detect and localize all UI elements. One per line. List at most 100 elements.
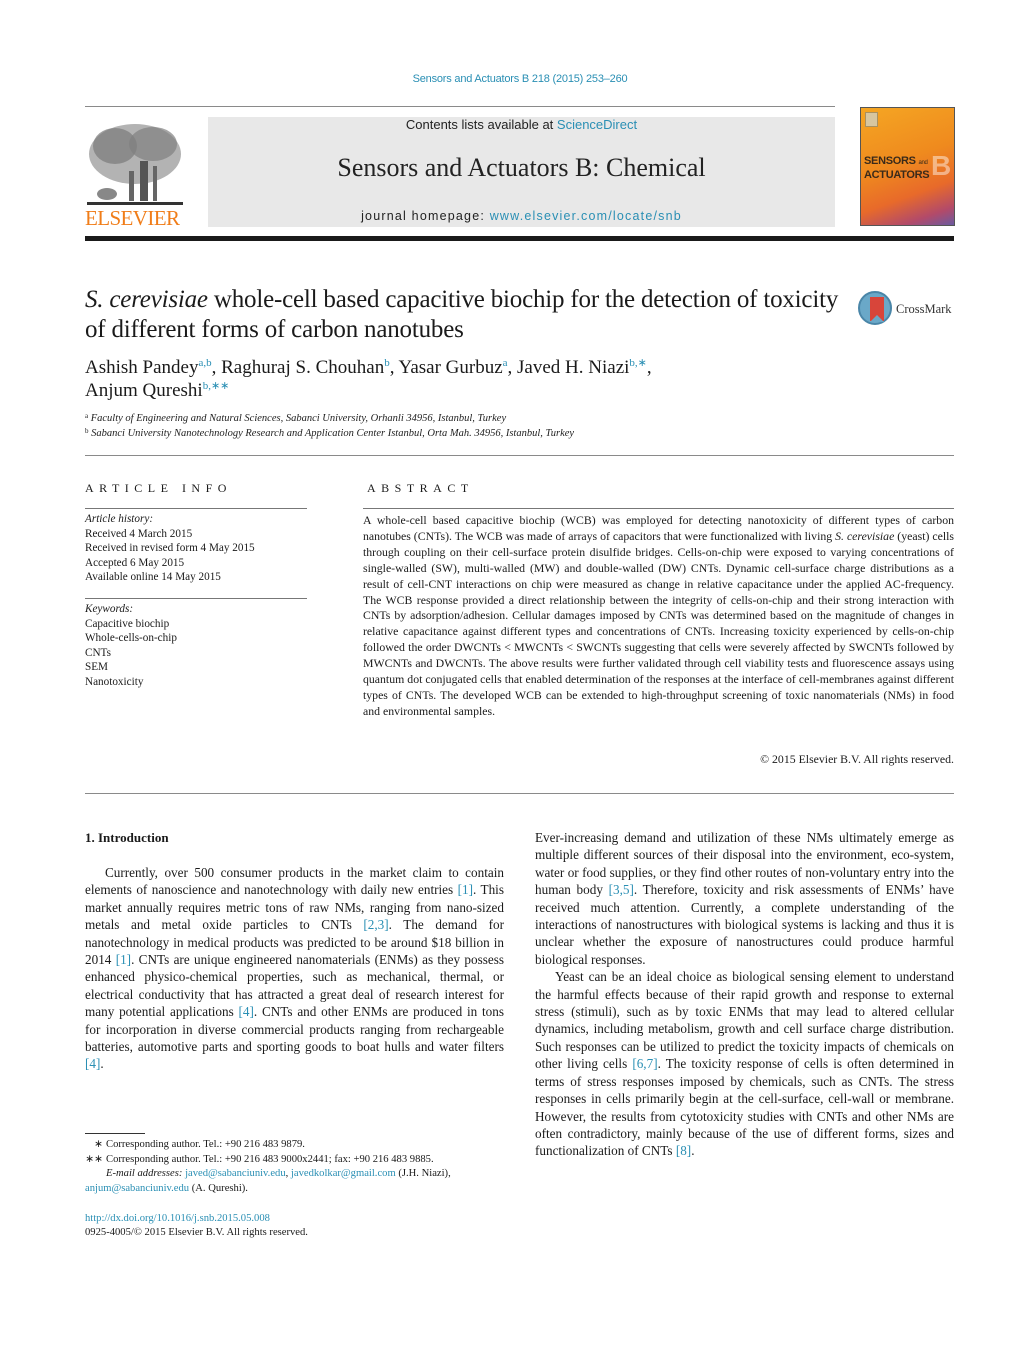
affiliation-text: Sabanci University Nanotechnology Resear… bbox=[91, 428, 575, 439]
citation-link[interactable]: [4] bbox=[85, 1056, 100, 1071]
author[interactable]: Yasar Gurbuza bbox=[399, 357, 508, 378]
issn-copyright: 0925-4005/© 2015 Elsevier B.V. All right… bbox=[85, 1227, 308, 1238]
elsevier-wordmark[interactable]: ELSEVIER bbox=[85, 206, 180, 231]
affiliations: a Faculty of Engineering and Natural Sci… bbox=[85, 411, 885, 441]
author-affiliation-marker[interactable]: a,b bbox=[198, 357, 211, 369]
author-separator: , bbox=[211, 357, 222, 378]
email-owner: (J.H. Niazi), bbox=[395, 1168, 451, 1179]
history-item: Received 4 March 2015 bbox=[85, 527, 193, 540]
paragraph: Ever-increasing demand and utilization o… bbox=[535, 829, 954, 968]
journal-title: Sensors and Actuators B: Chemical bbox=[337, 153, 706, 182]
email-label: E-mail addresses: bbox=[106, 1168, 186, 1179]
citation-link[interactable]: [1] bbox=[116, 952, 131, 967]
author[interactable]: Ashish Pandeya,b bbox=[85, 357, 212, 378]
abstract-segment: (yeast) cells through coupling on their … bbox=[363, 528, 954, 718]
crossmark-label: CrossMark bbox=[896, 302, 952, 316]
footnote-rule bbox=[85, 1133, 145, 1134]
keywords-label: Keywords: bbox=[85, 603, 134, 615]
cover-title-line1: SENSORS bbox=[864, 155, 916, 167]
crossmark-button[interactable]: CrossMark bbox=[858, 291, 958, 331]
author-name[interactable]: Ashish Pandey bbox=[85, 357, 198, 378]
email-footnote: E-mail addresses: javed@sabanciuniv.edu,… bbox=[85, 1167, 515, 1182]
author-name[interactable]: Anjum Qureshi bbox=[85, 380, 203, 401]
footnotes: ∗ Corresponding author. Tel.: +90 216 483… bbox=[85, 1138, 515, 1196]
article-title: S. cerevisiae whole-cell based capacitiv… bbox=[85, 285, 845, 345]
citation-link[interactable]: [1] bbox=[458, 882, 473, 897]
cover-elsevier-emblem-icon bbox=[865, 112, 878, 127]
history-item: Accepted 6 May 2015 bbox=[85, 556, 185, 569]
cover-title: SENSORS and ACTUATORS bbox=[864, 155, 930, 181]
affiliation-text: Faculty of Engineering and Natural Scien… bbox=[90, 413, 507, 424]
sciencedirect-link[interactable]: ScienceDirect bbox=[557, 117, 637, 132]
introduction-heading: 1. Introduction bbox=[85, 830, 169, 845]
affiliation: b Sabanci University Nanotechnology Rese… bbox=[85, 426, 885, 441]
abstract-heading: ABSTRACT bbox=[367, 481, 474, 495]
text-run: . bbox=[691, 1143, 695, 1159]
keyword: Capacitive biochip bbox=[85, 617, 170, 630]
journal-reference-link[interactable]: Sensors and Actuators B 218 (2015) 253–2… bbox=[0, 73, 1020, 85]
crossmark-icon bbox=[858, 291, 892, 325]
keyword: CNTs bbox=[85, 646, 111, 659]
body-column-left: Currently, over 500 consumer products in… bbox=[85, 864, 504, 1073]
abstract-species: S. cerevisiae bbox=[835, 528, 895, 543]
text-run: Currently, over 500 consumer products in… bbox=[85, 865, 504, 898]
affiliation: a Faculty of Engineering and Natural Sci… bbox=[85, 411, 885, 426]
author[interactable]: Raghuraj S. Chouhanb bbox=[221, 357, 390, 378]
history-item: Available online 14 May 2015 bbox=[85, 571, 221, 583]
footnote-marker: ∗∗ bbox=[85, 1153, 103, 1165]
keyword: Whole-cells-on-chip bbox=[85, 632, 177, 644]
abstract-text: A whole-cell based capacitive biochip (W… bbox=[363, 513, 954, 720]
footnote: ∗ Corresponding author. Tel.: +90 216 483… bbox=[85, 1138, 515, 1153]
keyword: SEM bbox=[85, 661, 109, 673]
affiliation-key: b bbox=[85, 427, 89, 435]
keyword: Nanotoxicity bbox=[85, 675, 144, 688]
divider bbox=[85, 508, 307, 509]
citation-link[interactable]: [3,5] bbox=[609, 882, 634, 897]
email-footnote-cont: anjum@sabanciuniv.edu (A. Qureshi). bbox=[85, 1182, 515, 1197]
divider bbox=[85, 455, 954, 456]
author-separator: , bbox=[507, 357, 518, 378]
author-separator: , bbox=[389, 357, 399, 378]
footnote-text: Corresponding author. Tel.: +90 216 483 … bbox=[106, 1139, 305, 1150]
email-link[interactable]: anjum@sabanciuniv.edu bbox=[85, 1183, 189, 1194]
footnote: ∗∗ Corresponding author. Tel.: +90 216 48… bbox=[85, 1153, 515, 1168]
journal-homepage-link[interactable]: www.elsevier.com/locate/snb bbox=[490, 209, 682, 223]
journal-cover-thumbnail[interactable]: SENSORS and ACTUATORS B bbox=[860, 107, 955, 226]
keywords: Keywords: Capacitive biochip Whole-cells… bbox=[85, 602, 315, 689]
article-info-heading: ARTICLE INFO bbox=[85, 481, 232, 495]
contents-line: Contents lists available at ScienceDirec… bbox=[208, 117, 835, 132]
footnote-text: Corresponding author. Tel.: +90 216 483 … bbox=[106, 1153, 434, 1165]
author-affiliation-marker[interactable]: b,∗∗ bbox=[203, 380, 230, 392]
journal-masthead: Contents lists available at ScienceDirec… bbox=[208, 117, 835, 227]
citation-link[interactable]: [6,7] bbox=[632, 1056, 657, 1071]
divider bbox=[85, 598, 307, 599]
abstract-copyright: © 2015 Elsevier B.V. All rights reserved… bbox=[760, 752, 954, 766]
history-item: Received in revised form 4 May 2015 bbox=[85, 542, 255, 554]
divider bbox=[363, 508, 954, 509]
author[interactable]: Javed H. Niazib,∗ bbox=[517, 357, 647, 378]
email-link[interactable]: javedkolkar@gmail.com bbox=[291, 1168, 396, 1179]
article-title-species: S. cerevisiae bbox=[85, 286, 208, 313]
paragraph: Yeast can be an ideal choice as biologic… bbox=[535, 968, 954, 1159]
email-link[interactable]: javed@sabanciuniv.edu bbox=[185, 1168, 286, 1179]
article-history-label: Article history: bbox=[85, 513, 154, 525]
crossmark-ribbon-icon bbox=[870, 297, 884, 322]
article-history: Article history: Received 4 March 2015 R… bbox=[85, 512, 315, 585]
author-affiliation-marker[interactable]: b,∗ bbox=[629, 357, 646, 369]
cover-title-and: and bbox=[918, 160, 928, 166]
body-column-right: Ever-increasing demand and utilization o… bbox=[535, 829, 954, 1160]
author-separator: , bbox=[646, 357, 652, 378]
masthead-thick-rule bbox=[85, 236, 954, 241]
email-owner: (A. Qureshi). bbox=[189, 1182, 248, 1194]
doi-link[interactable]: http://dx.doi.org/10.1016/j.snb.2015.05.… bbox=[85, 1212, 270, 1227]
header-rule bbox=[85, 106, 835, 107]
author-name[interactable]: Javed H. Niazi bbox=[517, 357, 629, 378]
citation-link[interactable]: [4] bbox=[239, 1004, 254, 1019]
author[interactable]: Anjum Qureshib,∗∗ bbox=[85, 380, 229, 401]
citation-link[interactable]: [8] bbox=[676, 1143, 691, 1158]
text-run: . bbox=[100, 1056, 104, 1072]
text-run: . The toxicity response of cells is ofte… bbox=[535, 1056, 954, 1159]
citation-link[interactable]: [2,3] bbox=[363, 917, 388, 932]
author-name[interactable]: Raghuraj S. Chouhan bbox=[221, 357, 384, 378]
author-name[interactable]: Yasar Gurbuz bbox=[399, 357, 503, 378]
